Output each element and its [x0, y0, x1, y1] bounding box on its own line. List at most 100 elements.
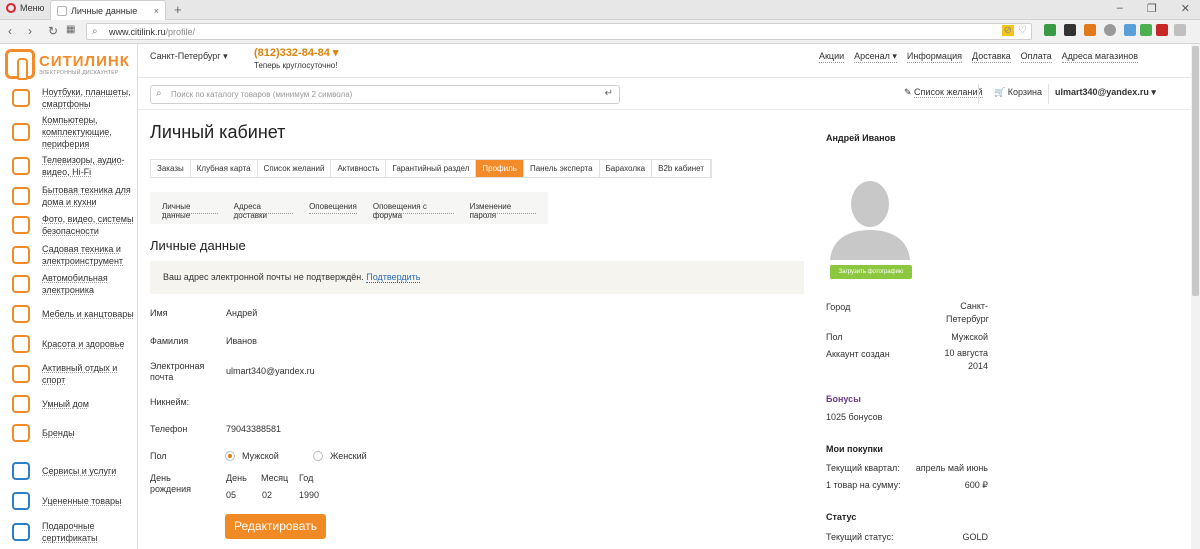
category-item[interactable]: Уцененные товары — [0, 491, 138, 511]
upload-photo-button[interactable]: Загрузить фотографию — [830, 265, 912, 279]
speed-dial-icon[interactable]: ▦ — [66, 24, 75, 35]
category-item[interactable]: Фото, видео, системы безопасности — [0, 213, 138, 237]
gender-radio-male[interactable]: Мужской — [225, 451, 279, 461]
close-window-icon[interactable]: ✕ — [1181, 2, 1190, 15]
phone-number[interactable]: (812)332-84-84 ▾ — [254, 46, 338, 59]
tab-wishlist[interactable]: Список желаний — [258, 160, 332, 177]
nav-link-payment[interactable]: Оплата — [1020, 51, 1052, 63]
account-created-label: Аккаунт создан — [826, 349, 890, 359]
category-item[interactable]: Подарочные сертификаты — [0, 520, 138, 544]
wishlist-link[interactable]: ✎ Список желаний — [904, 87, 983, 98]
profile-subtabs: Личные данные Адреса доставки Оповещения… — [150, 192, 548, 224]
enter-icon[interactable]: ↵ — [605, 88, 613, 99]
category-label: Красота и здоровье — [42, 339, 125, 349]
forward-icon[interactable]: › — [28, 24, 32, 38]
category-item[interactable]: Умный дом — [0, 394, 138, 414]
address-bar[interactable]: ⌕ www.citilink.ru/profile/ ⊘ ♡ — [86, 23, 1032, 40]
category-item[interactable]: Сервисы и услуги — [0, 461, 138, 481]
tv-icon — [12, 157, 30, 175]
extension-icon[interactable] — [1174, 24, 1186, 36]
adblock-icon[interactable]: ⊘ — [1001, 25, 1015, 36]
edit-button[interactable]: Редактировать — [225, 514, 326, 539]
category-item[interactable]: Красота и здоровье — [0, 334, 138, 354]
category-label: Телевизоры, аудио-видео, Hi-Fi — [42, 155, 125, 177]
minimize-icon[interactable]: – — [1117, 2, 1123, 15]
menu-label: Меню — [20, 3, 45, 13]
site-logo[interactable]: СИТИЛИНК ЭЛЕКТРОННЫЙ ДИСКАУНТЕР — [5, 49, 130, 80]
nav-link-delivery[interactable]: Доставка — [972, 51, 1011, 63]
new-tab-button[interactable]: + — [174, 2, 182, 17]
category-item[interactable]: Компьютеры, комплектующие, периферия — [0, 114, 138, 150]
cart-link[interactable]: 🛒 Корзина — [994, 87, 1042, 98]
user-menu[interactable]: ulmart340@yandex.ru ▾ — [1055, 87, 1156, 98]
maximize-icon[interactable]: ❐ — [1147, 2, 1157, 15]
category-item[interactable]: Бытовая техника для дома и кухни — [0, 184, 138, 208]
back-icon[interactable]: ‹ — [8, 24, 12, 38]
radio-label: Женский — [330, 451, 367, 461]
nav-link-promotions[interactable]: Акции — [818, 51, 845, 63]
divider — [978, 84, 979, 104]
extension-icon[interactable] — [1156, 24, 1168, 36]
category-label: Сервисы и услуги — [42, 466, 117, 476]
browser-tab[interactable]: Личные данные × — [50, 0, 166, 20]
tab-profile[interactable]: Профиль — [476, 160, 524, 177]
nav-link-stores[interactable]: Адреса магазинов — [1061, 51, 1138, 63]
month-header: Месяц — [261, 473, 289, 483]
month-value: 02 — [262, 490, 273, 500]
category-label: Уцененные товары — [42, 496, 122, 506]
category-item[interactable]: Садовая техника и электроинструмент — [0, 243, 138, 267]
browser-menu-button[interactable]: Меню — [6, 3, 44, 13]
extension-icon[interactable] — [1104, 24, 1116, 36]
gender-radio-female[interactable]: Женский — [313, 451, 367, 461]
category-item[interactable]: Бренды — [0, 423, 138, 443]
reload-icon[interactable]: ↻ — [48, 24, 58, 38]
tab-warranty[interactable]: Гарантийный раздел — [386, 160, 477, 177]
hairdryer-icon — [12, 335, 30, 353]
surname-label: Фамилия — [150, 336, 189, 346]
nav-link-arsenal[interactable]: Арсенал ▾ — [854, 51, 897, 63]
logo-hand-icon — [5, 49, 35, 80]
category-item[interactable]: Телевизоры, аудио-видео, Hi-Fi — [0, 154, 138, 178]
tab-club-card[interactable]: Клубная карта — [191, 160, 258, 177]
subtab-personal-data[interactable]: Личные данные — [162, 202, 218, 220]
extension-icon[interactable] — [1064, 24, 1076, 36]
nav-link-info[interactable]: Информация — [906, 51, 962, 63]
category-item[interactable]: Автомобильная электроника — [0, 272, 138, 296]
subtab-forum-notifications[interactable]: Оповещения с форума — [372, 202, 454, 220]
category-item[interactable]: Активный отдых и спорт — [0, 362, 138, 386]
email-label: почта — [150, 372, 174, 382]
scrollbar-thumb[interactable] — [1192, 46, 1199, 296]
profile-gender-value: Мужской — [951, 332, 988, 342]
extension-icon[interactable] — [1084, 24, 1096, 36]
tab-orders[interactable]: Заказы — [151, 160, 191, 177]
tab-b2b[interactable]: B2b кабинет — [652, 160, 712, 177]
tab-activity[interactable]: Активность — [331, 160, 387, 177]
subtab-change-password[interactable]: Изменение пароля — [469, 202, 536, 220]
extension-icon[interactable] — [1124, 24, 1136, 36]
bookmark-heart-icon[interactable]: ♡ — [1018, 25, 1027, 36]
email-value: ulmart340@yandex.ru — [226, 366, 315, 376]
download-icon[interactable] — [1140, 24, 1152, 36]
bonus-title[interactable]: Бонусы — [826, 394, 861, 404]
extension-icon[interactable] — [1044, 24, 1056, 36]
chair-icon — [12, 305, 30, 323]
close-icon[interactable]: × — [154, 6, 159, 16]
tab-flea-market[interactable]: Барахолка — [600, 160, 653, 177]
category-item[interactable]: Мебель и канцтовары — [0, 304, 138, 324]
subtab-notifications[interactable]: Оповещения — [309, 202, 357, 214]
year-value: 1990 — [299, 490, 320, 500]
quarter-value: апрель май июнь — [915, 463, 988, 473]
status-label: Текущий статус: — [826, 532, 894, 542]
birthdate-label: День — [150, 473, 171, 483]
city-label: Город — [826, 302, 851, 312]
tab-expert-panel[interactable]: Панель эксперта — [524, 160, 600, 177]
city-selector[interactable]: Санкт-Петербург ▾ — [150, 51, 228, 62]
category-item[interactable]: Ноутбуки, планшеты, смартфоны — [0, 86, 138, 110]
gender-label: Пол — [150, 451, 167, 461]
search-input[interactable]: ⌕ Поиск по каталогу товаров (минимум 2 с… — [150, 85, 620, 104]
drill-icon — [12, 246, 30, 264]
subtab-addresses[interactable]: Адреса доставки — [233, 202, 294, 220]
status-value: GOLD — [962, 532, 988, 542]
confirm-email-link[interactable]: Подтвердить — [366, 272, 421, 283]
url-path: /profile/ — [165, 27, 196, 37]
